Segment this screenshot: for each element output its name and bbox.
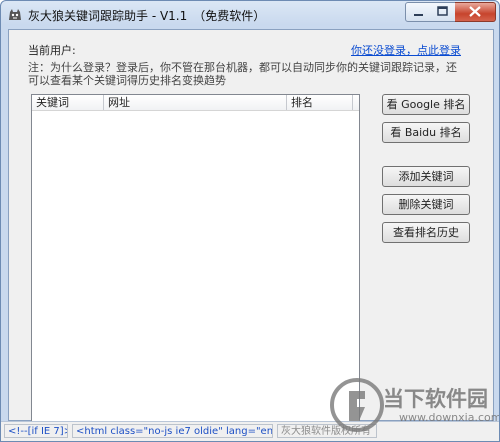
add-keyword-button[interactable]: 添加关键词 — [382, 166, 470, 187]
column-header-rank[interactable]: 排名 — [287, 95, 353, 110]
column-header-keyword[interactable]: 关键词 — [32, 95, 104, 110]
watermark: 当下软件园 www.downxia.com — [329, 375, 499, 441]
baidu-rank-button[interactable]: 看 Baidu 排名 — [382, 122, 470, 143]
status-panel-2: <html class="no-js ie7 oldie" lang="en-U… — [72, 424, 273, 438]
minimize-button[interactable] — [405, 2, 432, 22]
list-header: 关键词 网址 排名 — [32, 95, 359, 111]
close-icon — [469, 6, 481, 17]
login-note: 注：为什么登录？登录后，你不管在那台机器，都可以自动同步你的关键词跟踪记录，还可… — [28, 61, 457, 87]
delete-keyword-button[interactable]: 删除关键词 — [382, 194, 470, 215]
minimize-icon — [414, 14, 423, 16]
login-link[interactable]: 你还没登录，点此登录 — [351, 42, 461, 58]
current-user-label: 当前用户: — [28, 44, 76, 57]
view-history-button[interactable]: 查看排名历史 — [382, 222, 470, 243]
maximize-icon — [437, 6, 448, 16]
status-panel-1: <!--[if IE 7]> — [4, 424, 68, 438]
title-bar[interactable]: 灰大狼关键词跟踪助手 - V1.1 （免费软件） — [1, 1, 499, 29]
wolf-app-icon — [9, 9, 21, 20]
downxia-logo-icon — [330, 378, 384, 432]
window-title: 灰大狼关键词跟踪助手 - V1.1 （免费软件） — [28, 9, 266, 23]
column-header-url[interactable]: 网址 — [104, 95, 287, 110]
maximize-button[interactable] — [430, 2, 456, 22]
keyword-list[interactable]: 关键词 网址 排名 — [31, 94, 360, 422]
main-window: 灰大狼关键词跟踪助手 - V1.1 （免费软件） 当前用户: 你还没登录，点此登… — [0, 0, 500, 442]
google-rank-button[interactable]: 看 Google 排名 — [382, 94, 470, 115]
watermark-brand: 当下软件园 — [383, 387, 488, 411]
client-area: 当前用户: 你还没登录，点此登录 注：为什么登录？登录后，你不管在那台机器，都可… — [8, 29, 494, 422]
watermark-url: www.downxia.com — [399, 411, 500, 424]
close-button[interactable] — [455, 2, 496, 22]
